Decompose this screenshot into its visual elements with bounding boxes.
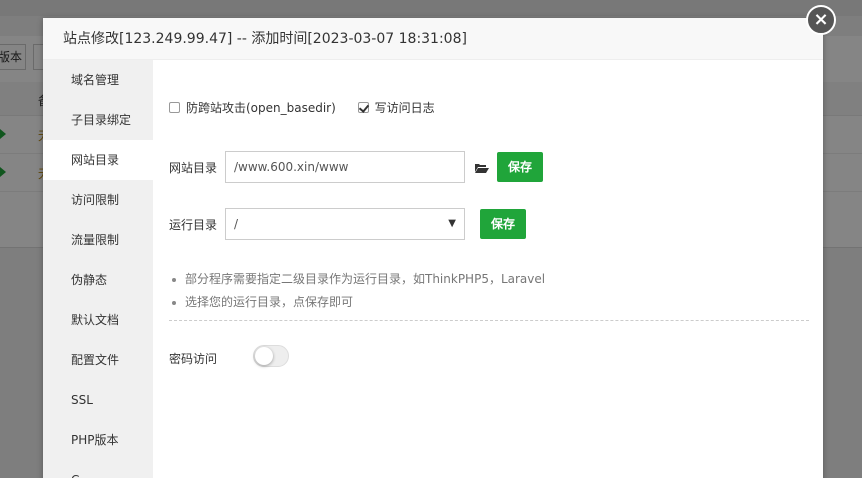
sidebar-item[interactable]: PHP版本 bbox=[43, 420, 153, 460]
anti-xss-checkbox[interactable] bbox=[169, 102, 180, 113]
modal-sidebar: 域名管理 子目录绑定 网站目录 访问限制 流量限制 伪静态 默认文档 配置文件 SSL PHP版本… bbox=[43, 60, 153, 478]
sidebar-item[interactable]: SSL bbox=[43, 380, 153, 420]
sidebar-item[interactable]: 配置文件 bbox=[43, 340, 153, 380]
run-dir-label: 运行目录 bbox=[169, 218, 218, 232]
site-dir-input[interactable]: /www.600.xin/www bbox=[225, 151, 465, 183]
run-dir-value: / bbox=[234, 217, 239, 231]
password-access-toggle[interactable] bbox=[253, 345, 289, 367]
sidebar-item[interactable]: 子目录绑定 bbox=[43, 100, 153, 140]
access-log-label: 写访问日志 bbox=[374, 101, 435, 115]
tip-item: 选择您的运行目录，点保存即可 bbox=[169, 291, 809, 314]
tip-item: 部分程序需要指定二级目录作为运行目录，如ThinkPHP5，Laravel bbox=[169, 268, 809, 291]
run-dir-save-button[interactable]: 保存 bbox=[480, 209, 526, 239]
anti-xss-option[interactable]: 防跨站攻击(open_basedir) bbox=[169, 100, 336, 116]
tips-list: 部分程序需要指定二级目录作为运行目录，如ThinkPHP5，Laravel 选择… bbox=[169, 268, 809, 321]
sidebar-item[interactable]: C... bbox=[43, 460, 153, 478]
close-icon[interactable]: × bbox=[806, 5, 836, 35]
sidebar-item[interactable]: 流量限制 bbox=[43, 220, 153, 260]
access-log-checkbox[interactable] bbox=[357, 102, 369, 113]
toggle-knob bbox=[255, 347, 273, 365]
site-dir-label: 网站目录 bbox=[169, 161, 218, 175]
options-row: 防跨站攻击(open_basedir) 写访问日志 bbox=[169, 100, 453, 116]
modal-content: 防跨站攻击(open_basedir) 写访问日志 网站目录 /www.600.… bbox=[153, 60, 823, 478]
sidebar-item[interactable]: 默认文档 bbox=[43, 300, 153, 340]
dropdown-arrow-icon: ▼ bbox=[448, 218, 456, 229]
sidebar-item[interactable]: 域名管理 bbox=[43, 60, 153, 100]
password-access-label: 密码访问 bbox=[169, 352, 218, 366]
sidebar-item[interactable]: 网站目录 bbox=[43, 140, 153, 180]
site-dir-save-button[interactable]: 保存 bbox=[497, 152, 543, 182]
sidebar-item[interactable]: 访问限制 bbox=[43, 180, 153, 220]
access-log-option[interactable]: 写访问日志 bbox=[357, 100, 435, 116]
anti-xss-label: 防跨站攻击(open_basedir) bbox=[186, 101, 336, 115]
run-dir-select[interactable]: / ▼ bbox=[225, 208, 465, 240]
folder-open-icon[interactable] bbox=[475, 163, 489, 173]
site-edit-modal: 站点修改[123.249.99.47] -- 添加时间[2023-03-07 1… bbox=[43, 18, 823, 478]
sidebar-item[interactable]: 伪静态 bbox=[43, 260, 153, 300]
modal-title: 站点修改[123.249.99.47] -- 添加时间[2023-03-07 1… bbox=[43, 18, 823, 60]
